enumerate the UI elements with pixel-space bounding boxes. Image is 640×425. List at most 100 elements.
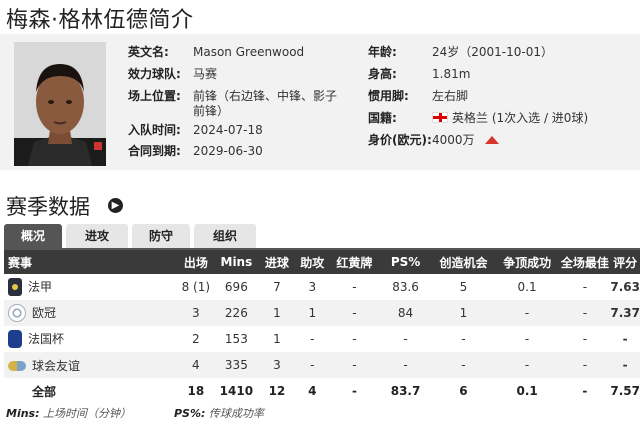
header-competition: 赛事 [4, 250, 179, 274]
club-label: 效力球队: [128, 67, 181, 81]
table-row[interactable]: 欧冠 3 226 1 1 - 84 1 - - 7.37 [4, 300, 640, 326]
header-aerials: 争顶成功 [494, 250, 560, 274]
header-apps: 出场 [178, 250, 214, 274]
table-footnote: Mins: 上场时间（分钟） PS%: 传球成功率 [6, 405, 264, 421]
height-value: 1.81m [432, 67, 471, 81]
goals-cell: 1 [259, 300, 295, 326]
competition-cell: 球会友谊 [4, 352, 179, 378]
aerials-cell: - [494, 352, 560, 378]
ligue1-icon [8, 278, 22, 297]
tab-organize[interactable]: 组织 [194, 224, 256, 248]
header-chances: 创造机会 [432, 250, 495, 274]
foot-value: 左右脚 [432, 89, 469, 103]
footnote-mins-desc: 上场时间（分钟） [39, 407, 131, 420]
arrow-right-icon[interactable]: ▶ [108, 198, 123, 213]
aerials-cell: 0.1 [517, 280, 537, 294]
apps-cell: 2 [192, 332, 200, 346]
table-header-row: 赛事 出场 Mins 进球 助攻 红黄牌 PS% 创造机会 争顶成功 全场最佳 … [4, 250, 640, 274]
chances-cell: 1 [432, 300, 495, 326]
table-total-row: 全部 18 1410 12 4 - 83.7 6 0.1 - 7.57 [4, 378, 640, 404]
club-friendly-icon [8, 361, 26, 371]
cards-cell: - [352, 280, 357, 294]
pass-pct-cell: 83.6 [392, 280, 419, 294]
age-value: 24岁（2001-10-01） [432, 45, 554, 59]
table-row[interactable]: 法甲 8 (1) 696 7 3 - 83.6 5 0.1 - 7.63 [4, 274, 640, 300]
england-flag-icon [432, 112, 448, 123]
table-row[interactable]: 法国杯 2 153 1 - - - - - - - [4, 326, 640, 352]
contract-label: 合同到期: [128, 144, 181, 158]
profile-left-column: 英文名: Mason Greenwood 效力球队: 马赛 场上位置: 前锋（右… [128, 44, 358, 164]
apps-cell: 18 [187, 384, 205, 398]
header-rating: 评分 [610, 250, 640, 274]
total-label: 全部 [32, 384, 57, 399]
apps-cell: 3 [178, 300, 214, 326]
tab-overview[interactable]: 概况 [4, 224, 62, 248]
club-value[interactable]: 马赛 [193, 66, 217, 82]
chances-cell: - [432, 352, 495, 378]
coupe-de-france-icon [8, 330, 22, 349]
market-value-label: 身价(欧元): [368, 133, 432, 147]
cards-cell: - [351, 384, 357, 398]
rating-cell: 7.63 [610, 280, 640, 294]
goals-cell: 12 [268, 384, 286, 398]
cards-cell: - [352, 332, 357, 346]
motm-cell: - [559, 352, 611, 378]
height-label: 身高: [368, 67, 397, 81]
mins-cell: 153 [224, 332, 248, 346]
assists-cell: 1 [294, 300, 330, 326]
competition-name[interactable]: 法国杯 [28, 332, 64, 346]
nationality-text: 英格兰 (1次入选 / 进0球) [452, 111, 589, 125]
english-name-label: 英文名: [128, 45, 169, 59]
pass-pct-cell: - [378, 352, 433, 378]
mins-cell: 696 [224, 280, 248, 294]
assists-cell: 3 [308, 280, 317, 294]
age-label: 年龄: [368, 45, 397, 59]
competition-cell: 法国杯 [4, 326, 178, 352]
joined-label: 入队时间: [128, 123, 181, 137]
cards-cell: - [329, 352, 379, 378]
rating-cell: 7.37 [610, 300, 640, 326]
chances-cell: 5 [459, 280, 468, 294]
competition-name[interactable]: 法甲 [28, 280, 52, 294]
nationality-value: 英格兰 (1次入选 / 进0球) [432, 110, 588, 126]
position-value-line1: 前锋（右边锋、中锋、影子 [193, 89, 338, 103]
page-title: 梅森·格林伍德简介 [6, 8, 194, 33]
motm-cell: - [582, 280, 588, 294]
header-assists: 助攻 [294, 250, 330, 274]
table-row[interactable]: 球会友谊 4 335 3 - - - - - - - [4, 352, 640, 378]
header-cards: 红黄牌 [329, 250, 379, 274]
profile-right-column: 年龄: 24岁（2001-10-01） 身高: 1.81m 惯用脚: 左右脚 国… [368, 44, 628, 164]
pass-pct-cell: - [403, 332, 408, 346]
goals-cell: 1 [273, 332, 281, 346]
competition-cell: 法甲 [4, 274, 178, 300]
position-label: 场上位置: [128, 89, 181, 103]
tab-attack[interactable]: 进攻 [66, 224, 128, 248]
contract-value: 2029-06-30 [193, 144, 263, 158]
chances-cell: - [461, 332, 466, 346]
assists-cell: 4 [308, 384, 317, 398]
market-value: 4000万 [432, 132, 499, 148]
header-motm: 全场最佳 [559, 250, 611, 274]
footnote-mins-key: Mins: [6, 407, 40, 420]
apps-cell: 4 [178, 352, 214, 378]
mins-cell: 1410 [219, 384, 254, 398]
assists-cell: - [310, 332, 315, 346]
competition-cell: 欧冠 [4, 300, 179, 326]
aerials-cell: 0.1 [516, 384, 538, 398]
season-stats-table: 赛事 出场 Mins 进球 助攻 红黄牌 PS% 创造机会 争顶成功 全场最佳 … [4, 250, 640, 404]
motm-cell: - [582, 384, 588, 398]
header-pass-pct: PS% [378, 250, 433, 274]
trend-up-icon [484, 136, 499, 144]
apps-cell: 8 (1) [181, 280, 211, 294]
goals-cell: 7 [273, 280, 281, 294]
rating-cell: - [622, 332, 628, 346]
footnote-ps-desc: 传球成功率 [205, 407, 264, 420]
competition-name[interactable]: 欧冠 [32, 306, 56, 320]
header-goals: 进球 [259, 250, 295, 274]
tab-defense[interactable]: 防守 [132, 224, 190, 248]
foot-label: 惯用脚: [368, 89, 409, 103]
pass-pct-cell: 84 [378, 300, 433, 326]
player-photo [14, 42, 106, 166]
competition-name[interactable]: 球会友谊 [32, 359, 80, 373]
aerials-cell: - [494, 300, 560, 326]
